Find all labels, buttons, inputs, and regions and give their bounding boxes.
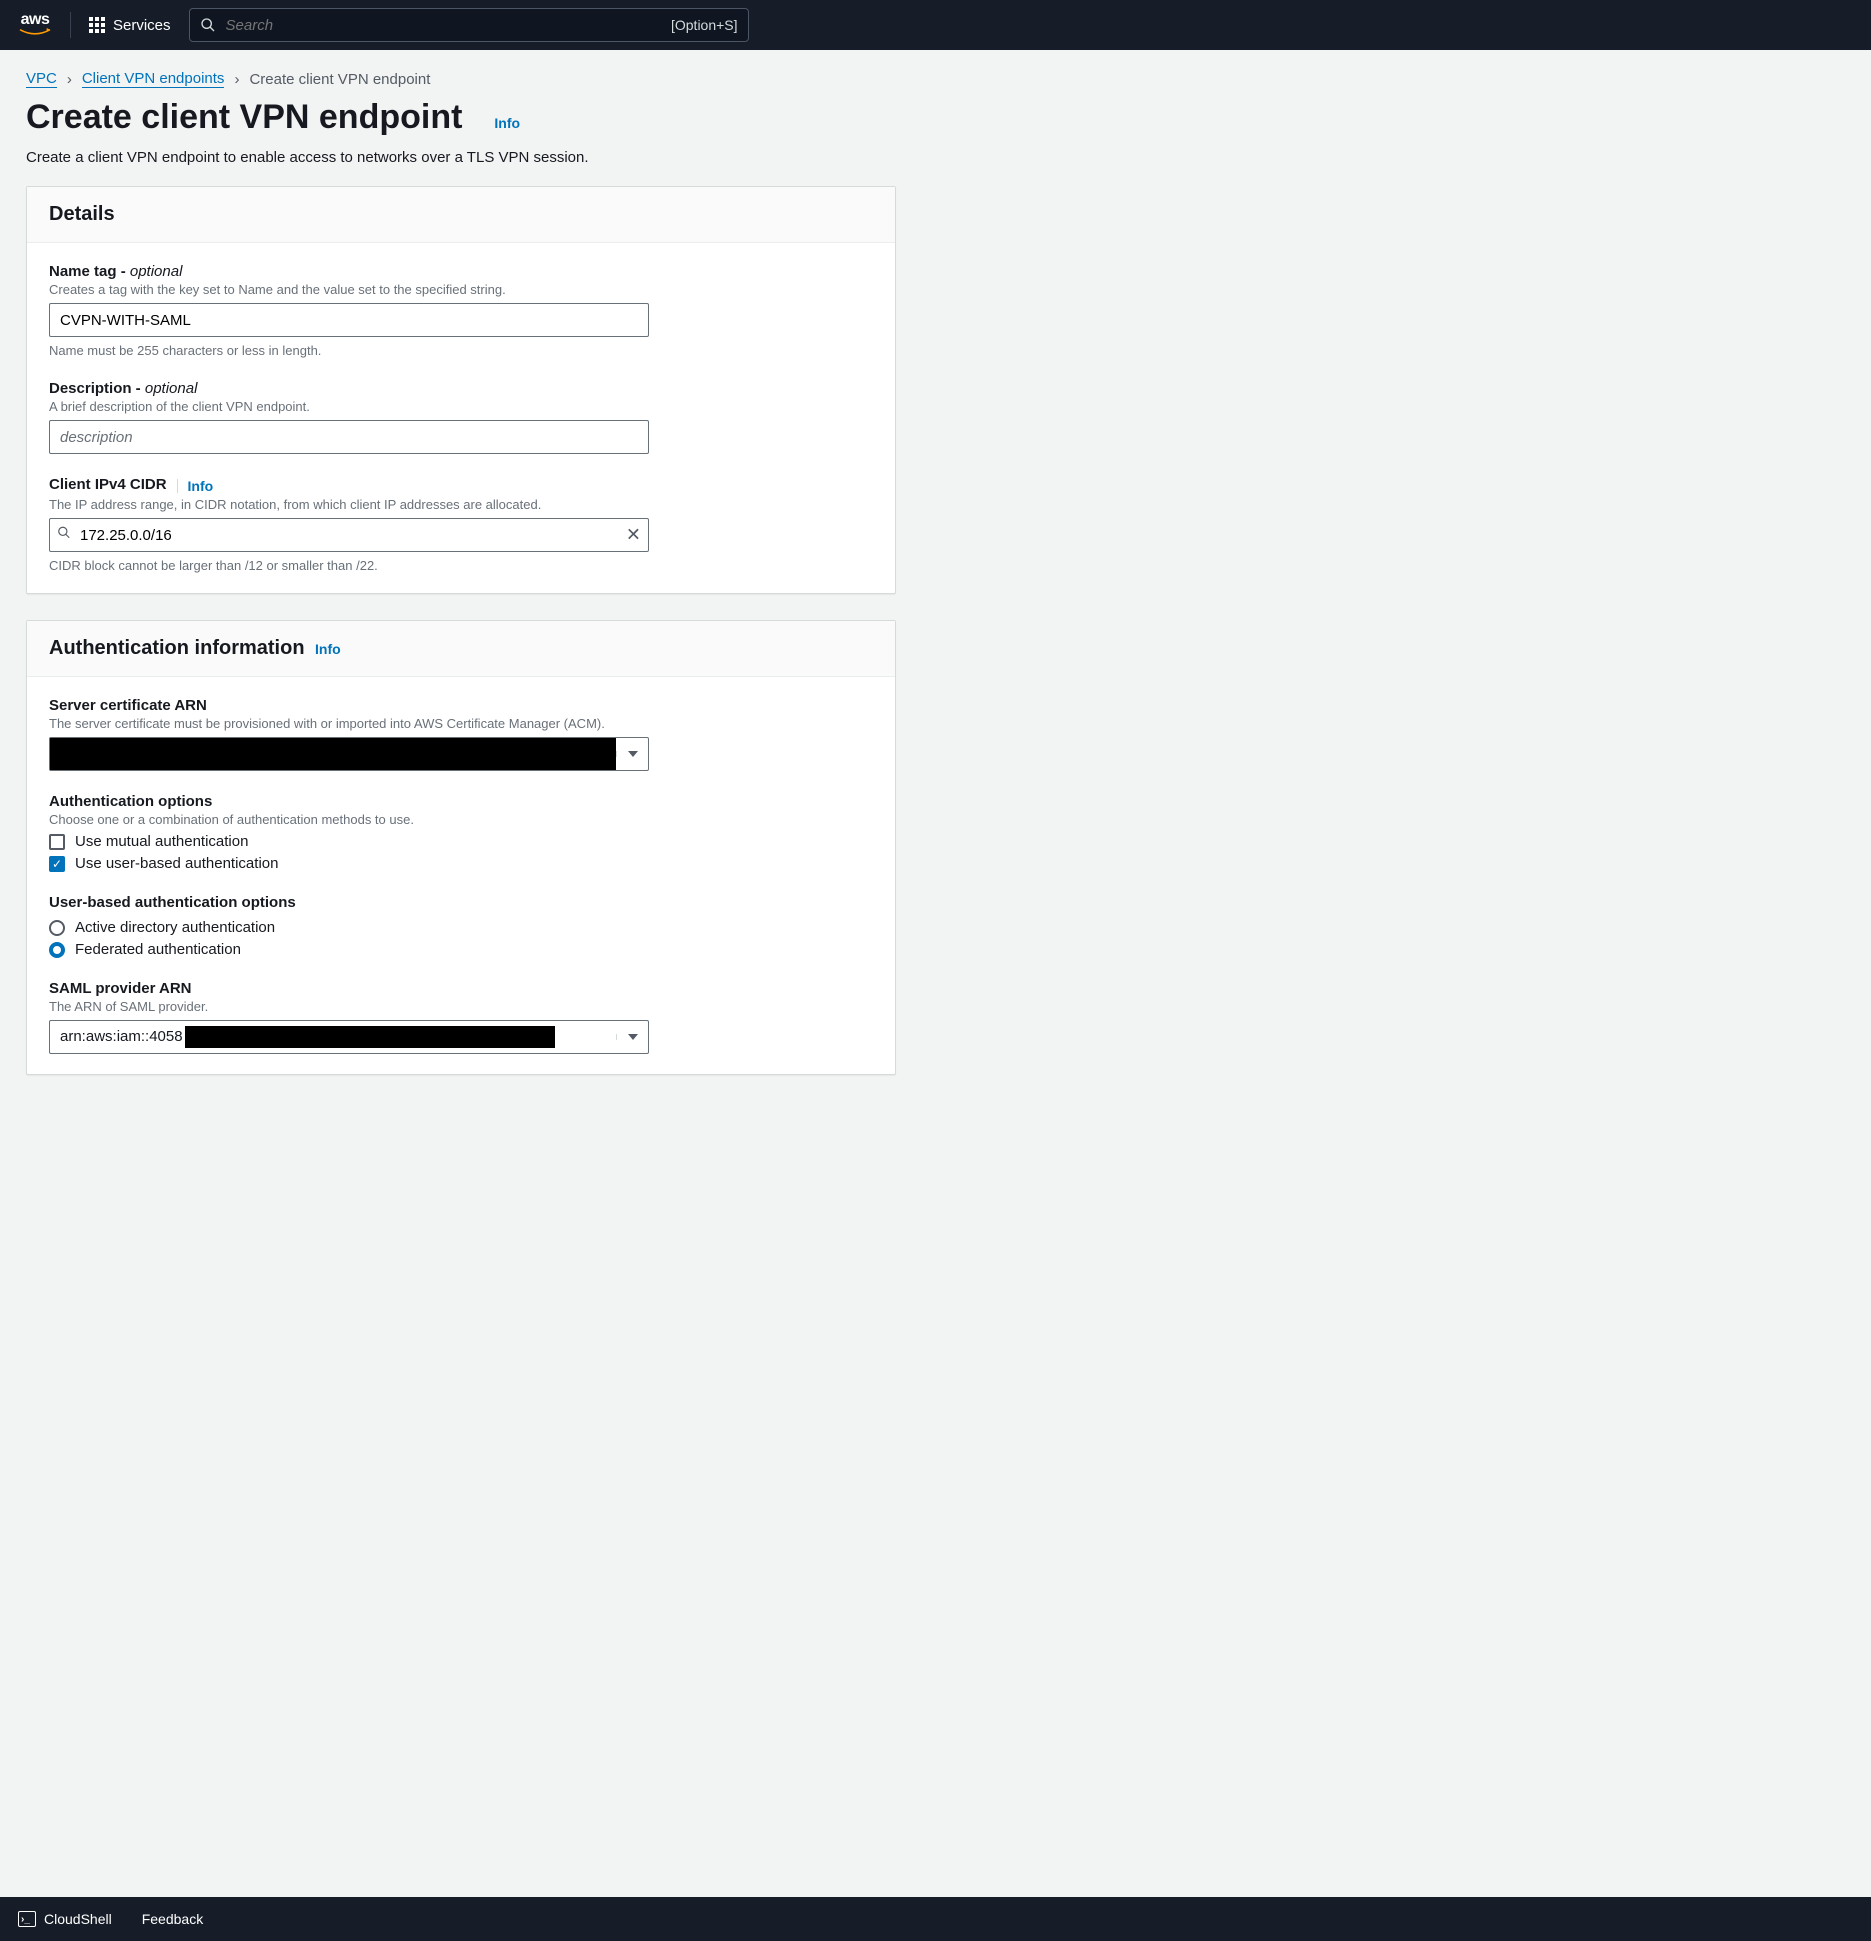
federated-auth-label: Federated authentication xyxy=(75,941,241,958)
name-tag-help-below: Name must be 255 characters or less in l… xyxy=(49,343,873,358)
details-card: Details Name tag - optional Creates a ta… xyxy=(26,186,896,594)
cidr-label: Client IPv4 CIDR xyxy=(49,476,167,493)
description-help: A brief description of the client VPN en… xyxy=(49,399,873,414)
cidr-help: The IP address range, in CIDR notation, … xyxy=(49,497,873,512)
radio-icon xyxy=(49,920,65,936)
cidr-field: Client IPv4 CIDR Info The IP address ran… xyxy=(49,476,873,573)
ad-auth-label: Active directory authentication xyxy=(75,919,275,936)
mutual-auth-checkbox[interactable]: Use mutual authentication xyxy=(49,833,873,850)
top-nav: aws Services [Option+S] xyxy=(0,0,1871,50)
search-input[interactable] xyxy=(226,17,661,34)
checkbox-icon xyxy=(49,834,65,850)
cloudshell-button[interactable]: ›_ CloudShell xyxy=(18,1911,112,1927)
server-cert-select[interactable] xyxy=(49,737,649,771)
services-menu[interactable]: Services xyxy=(89,17,171,34)
server-cert-label: Server certificate ARN xyxy=(49,697,873,714)
caret-down-icon xyxy=(616,751,648,757)
aws-logo[interactable]: aws xyxy=(18,12,52,38)
info-link-auth[interactable]: Info xyxy=(315,641,341,657)
breadcrumb: VPC › Client VPN endpoints › Create clie… xyxy=(0,50,1871,98)
feedback-link[interactable]: Feedback xyxy=(142,1911,203,1927)
auth-header: Authentication information Info xyxy=(27,621,895,677)
cloudshell-icon: ›_ xyxy=(18,1911,36,1927)
search-bar[interactable]: [Option+S] xyxy=(189,8,749,42)
cloudshell-label: CloudShell xyxy=(44,1911,112,1927)
saml-arn-label: SAML provider ARN xyxy=(49,980,873,997)
chevron-right-icon: › xyxy=(234,71,239,88)
chevron-right-icon: › xyxy=(67,71,72,88)
saml-arn-field: SAML provider ARN The ARN of SAML provid… xyxy=(49,980,873,1054)
user-based-auth-checkbox[interactable]: ✓ Use user-based authentication xyxy=(49,855,873,872)
auth-options-field: Authentication options Choose one or a c… xyxy=(49,793,873,872)
caret-down-icon xyxy=(616,1034,648,1040)
info-link-header[interactable]: Info xyxy=(494,115,520,131)
redacted-value xyxy=(185,1026,555,1048)
description-label: Description - optional xyxy=(49,380,873,397)
auth-title: Authentication information xyxy=(49,637,305,659)
server-cert-field: Server certificate ARN The server certif… xyxy=(49,697,873,771)
breadcrumb-endpoints[interactable]: Client VPN endpoints xyxy=(82,70,225,88)
auth-options-label: Authentication options xyxy=(49,793,873,810)
aws-swoosh-icon xyxy=(18,28,52,38)
divider xyxy=(70,12,71,38)
redacted-value xyxy=(50,738,616,770)
search-icon xyxy=(57,526,71,545)
page-content: VPC › Client VPN endpoints › Create clie… xyxy=(0,50,1871,1897)
federated-auth-radio[interactable]: Federated authentication xyxy=(49,941,873,958)
cidr-help-below: CIDR block cannot be larger than /12 or … xyxy=(49,558,873,573)
cidr-input[interactable] xyxy=(49,518,649,552)
ad-auth-radio[interactable]: Active directory authentication xyxy=(49,919,873,936)
user-based-auth-label: Use user-based authentication xyxy=(75,855,278,872)
name-tag-label: Name tag - optional xyxy=(49,263,873,280)
server-cert-help: The server certificate must be provision… xyxy=(49,716,873,731)
bottom-bar: ›_ CloudShell Feedback xyxy=(0,1897,1871,1941)
name-tag-input[interactable] xyxy=(49,303,649,337)
services-label: Services xyxy=(113,17,171,34)
breadcrumb-current: Create client VPN endpoint xyxy=(249,71,430,88)
grid-icon xyxy=(89,17,105,33)
user-based-options-field: User-based authentication options Active… xyxy=(49,894,873,958)
checkbox-checked-icon: ✓ xyxy=(49,856,65,872)
mutual-auth-label: Use mutual authentication xyxy=(75,833,248,850)
search-icon xyxy=(200,17,216,33)
auth-options-help: Choose one or a combination of authentic… xyxy=(49,812,873,827)
radio-checked-icon xyxy=(49,942,65,958)
user-based-options-label: User-based authentication options xyxy=(49,894,873,911)
clear-icon[interactable]: ✕ xyxy=(626,525,641,546)
saml-arn-select[interactable]: arn:aws:iam::4058 xyxy=(49,1020,649,1054)
saml-arn-help: The ARN of SAML provider. xyxy=(49,999,873,1014)
auth-card: Authentication information Info Server c… xyxy=(26,620,896,1075)
info-link-cidr[interactable]: Info xyxy=(188,478,214,494)
description-input[interactable] xyxy=(49,420,649,454)
name-tag-help: Creates a tag with the key set to Name a… xyxy=(49,282,873,297)
search-shortcut: [Option+S] xyxy=(671,17,738,33)
divider xyxy=(177,479,178,493)
description-field: Description - optional A brief descripti… xyxy=(49,380,873,454)
details-title: Details xyxy=(49,203,115,225)
saml-arn-value: arn:aws:iam::4058 xyxy=(50,1026,616,1048)
name-tag-field: Name tag - optional Creates a tag with t… xyxy=(49,263,873,358)
aws-logo-text: aws xyxy=(21,12,50,28)
page-subtitle: Create a client VPN endpoint to enable a… xyxy=(0,137,1871,186)
breadcrumb-vpc[interactable]: VPC xyxy=(26,70,57,88)
details-header: Details xyxy=(27,187,895,243)
page-title: Create client VPN endpoint xyxy=(0,98,488,136)
